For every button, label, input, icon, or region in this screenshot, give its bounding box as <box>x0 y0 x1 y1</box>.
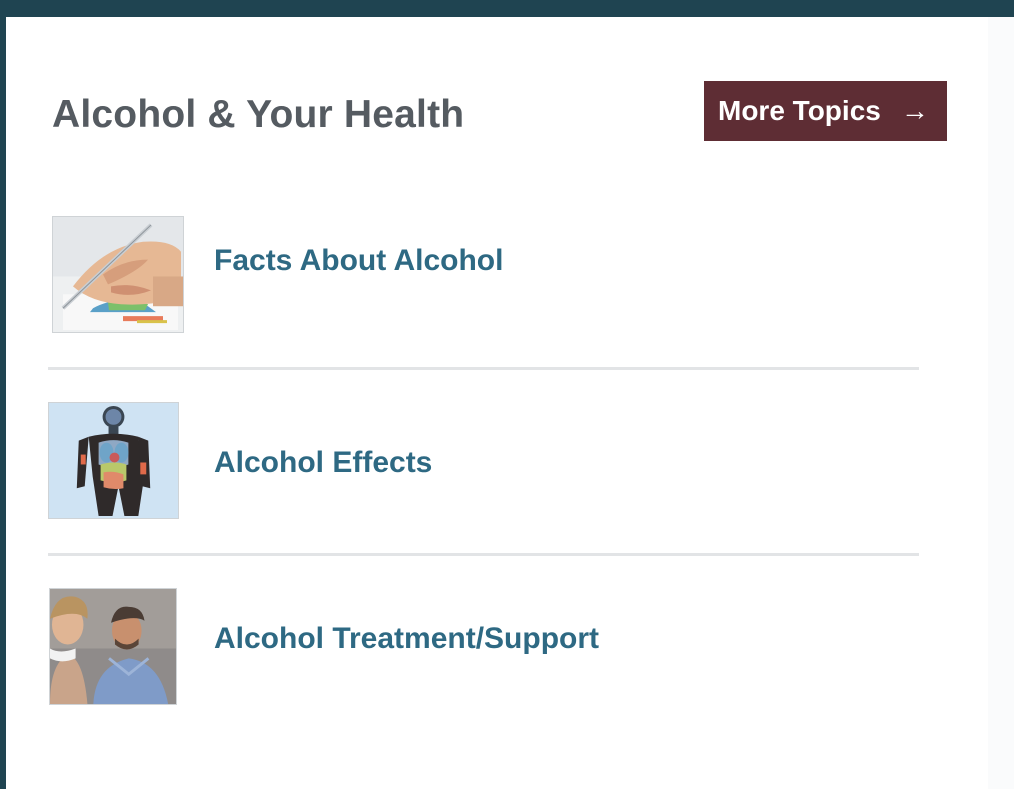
topic-link-facts-about-alcohol[interactable]: Facts About Alcohol <box>214 243 503 279</box>
arrow-right-icon: → <box>900 95 929 126</box>
topic-divider <box>48 367 919 370</box>
human-body-organs-image[interactable] <box>48 402 179 519</box>
topic-item-facts-about-alcohol[interactable]: Facts About Alcohol <box>48 216 919 333</box>
counseling-people-image[interactable] <box>49 588 177 705</box>
topic-item-alcohol-effects[interactable]: Alcohol Effects <box>48 402 919 519</box>
topic-item-alcohol-treatment-support[interactable]: Alcohol Treatment/Support <box>48 588 919 705</box>
more-topics-label: More Topics <box>718 95 881 126</box>
section-title: Alcohol & Your Health <box>52 93 465 136</box>
panel-edge <box>988 17 1014 789</box>
more-topics-button[interactable]: More Topics → <box>704 81 947 141</box>
topic-link-alcohol-treatment-support[interactable]: Alcohol Treatment/Support <box>214 621 599 657</box>
hand-writing-chart-image[interactable] <box>52 216 184 333</box>
topic-link-alcohol-effects[interactable]: Alcohol Effects <box>214 445 432 481</box>
topic-divider <box>48 553 919 556</box>
